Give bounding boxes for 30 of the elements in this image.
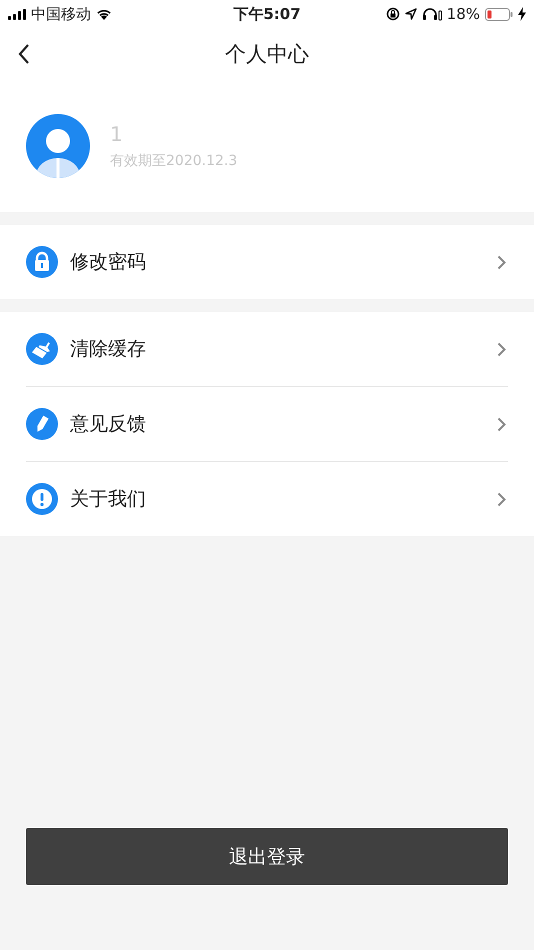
logout-button[interactable]: 退出登录 [26, 828, 508, 885]
chevron-right-icon [497, 492, 506, 506]
chevron-right-icon [497, 342, 506, 356]
carrier-name: 中国移动 [31, 4, 91, 24]
menu-label: 清除缓存 [70, 337, 147, 362]
menu-item[interactable]: 修改密码 [26, 225, 508, 299]
page-title: 个人中心 [225, 41, 309, 68]
charging-bolt-icon [518, 7, 526, 21]
menu-label: 关于我们 [70, 487, 147, 512]
location-arrow-icon [404, 8, 417, 20]
menu-label: 意见反馈 [70, 412, 147, 437]
chevron-right-icon [497, 254, 506, 270]
wifi-icon [96, 8, 112, 20]
rotation-lock-icon [386, 7, 400, 21]
lock-icon [26, 246, 58, 278]
chevron-left-icon [18, 44, 30, 64]
clock-time: 下午5:07 [233, 4, 301, 24]
chevron-right-icon [497, 416, 506, 432]
menu-item[interactable]: 关于我们 [26, 462, 508, 536]
menu-label: 修改密码 [70, 250, 147, 275]
pen-icon [26, 408, 58, 440]
menu-item[interactable]: 清除缓存 [26, 312, 508, 387]
signal-icon [8, 8, 26, 20]
menu-item[interactable]: 意见反馈 [26, 387, 508, 462]
headphones-icon [422, 7, 442, 21]
brush-icon [26, 333, 58, 365]
back-button[interactable] [16, 42, 32, 66]
exclamation-icon [26, 483, 58, 515]
battery-percent: 18% [446, 5, 480, 23]
battery-icon [485, 8, 513, 20]
